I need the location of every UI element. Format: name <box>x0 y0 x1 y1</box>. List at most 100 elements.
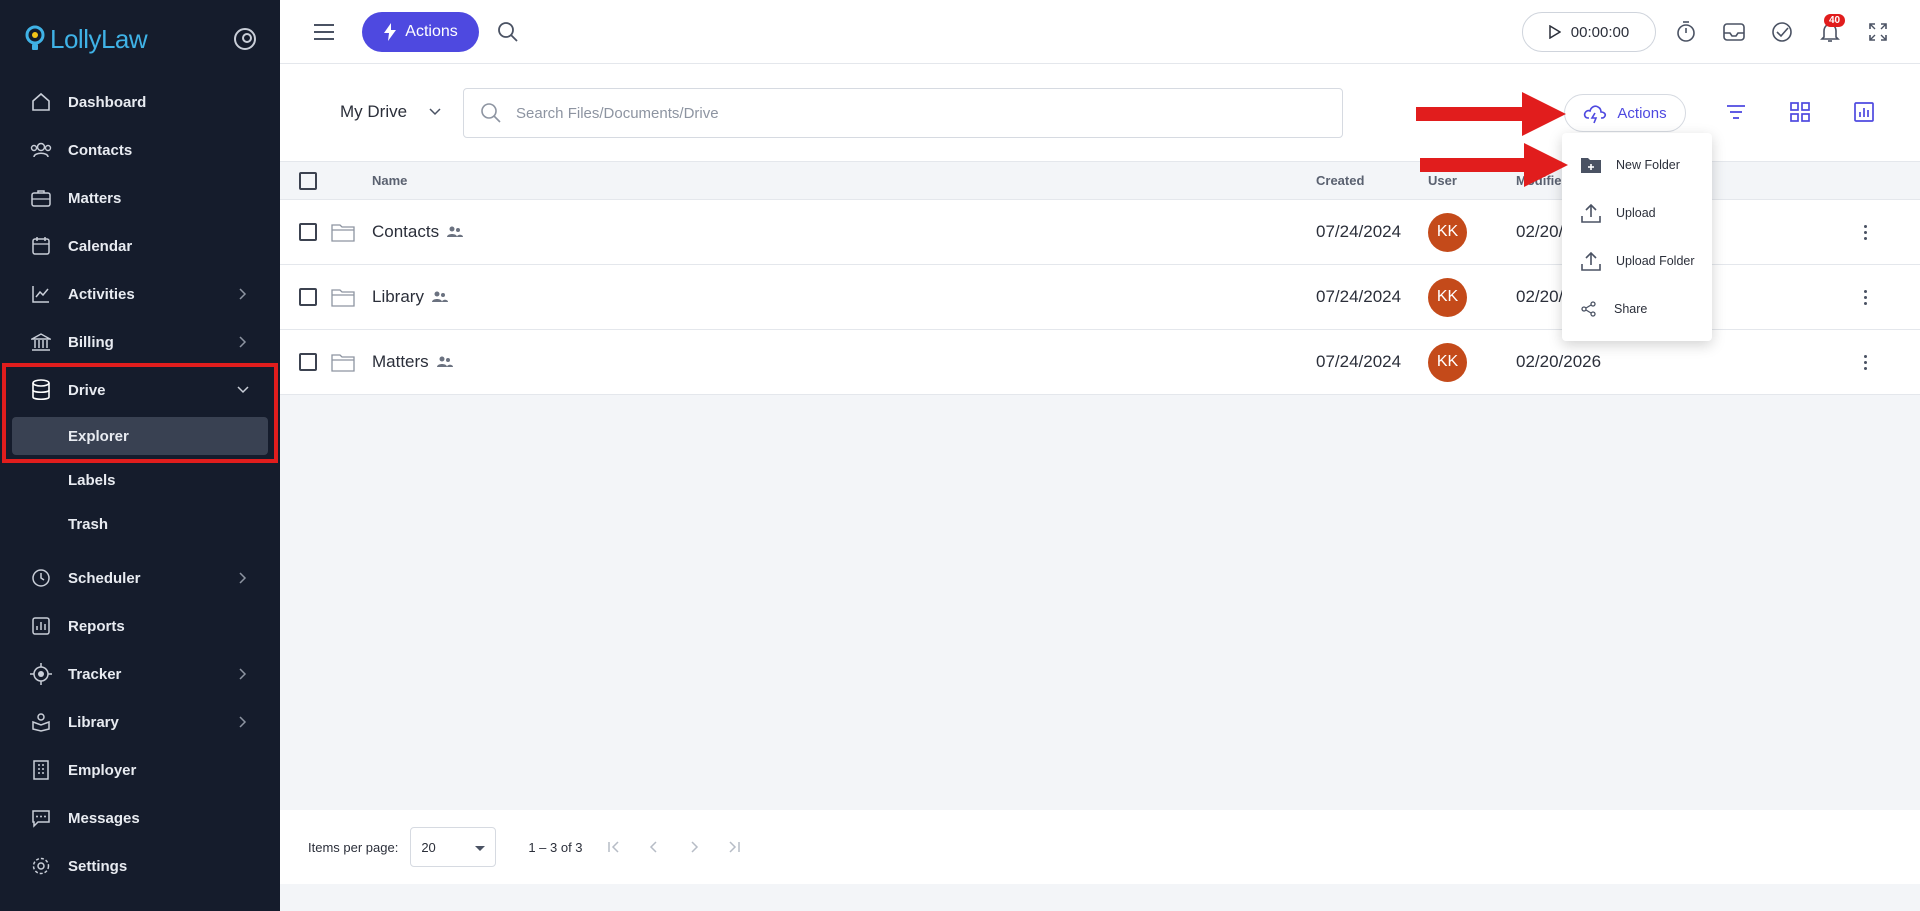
items-per-page-value: 20 <box>421 839 436 855</box>
sidebar-item-messages[interactable]: Messages <box>0 794 280 842</box>
upload-icon <box>1580 202 1602 224</box>
menu-item-upload-folder[interactable]: Upload Folder <box>1562 237 1712 285</box>
column-header-created[interactable]: Created <box>1316 173 1364 188</box>
sidebar-item-settings[interactable]: Settings <box>0 842 280 890</box>
sidebar-item-calendar[interactable]: Calendar <box>0 222 280 270</box>
folder-name[interactable]: Library <box>372 287 424 307</box>
row-more-icon[interactable] <box>1864 289 1868 305</box>
sidebar-item-label: Activities <box>68 285 135 303</box>
sidebar-item-library[interactable]: Library <box>0 698 280 746</box>
drive-actions-label: Actions <box>1617 104 1667 122</box>
select-all-checkbox[interactable] <box>299 171 317 190</box>
home-icon <box>30 91 52 113</box>
grid-view-icon[interactable] <box>1788 100 1812 124</box>
menu-item-label: Share <box>1614 302 1648 316</box>
items-per-page-label: Items per page: <box>308 839 399 855</box>
row-created: 07/24/2024 <box>1316 287 1402 306</box>
row-checkbox[interactable] <box>299 288 317 306</box>
sidebar: LollyLaw Dashboard Contacts Matters Cale… <box>0 0 280 911</box>
first-page-icon[interactable] <box>605 838 623 856</box>
sidebar-item-scheduler[interactable]: Scheduler <box>0 554 280 602</box>
prev-page-icon[interactable] <box>645 838 663 856</box>
sidebar-item-label: Scheduler <box>68 569 141 587</box>
sidebar-item-billing[interactable]: Billing <box>0 318 280 366</box>
filter-icon[interactable] <box>1724 100 1748 124</box>
sidebar-subitem-trash[interactable]: Trash <box>0 502 280 546</box>
menu-item-upload[interactable]: Upload <box>1562 189 1712 237</box>
row-more-icon[interactable] <box>1864 224 1868 240</box>
menu-item-label: Upload <box>1616 206 1656 220</box>
sidebar-item-reports[interactable]: Reports <box>0 602 280 650</box>
actions-dropdown-menu: New Folder Upload Upload Folder Share <box>1562 133 1712 341</box>
paginator: Items per page: 20 1 – 3 of 3 <box>280 810 1920 884</box>
row-modified: 02/20/2026 <box>1516 352 1602 371</box>
sidebar-item-drive[interactable]: Drive <box>0 366 280 414</box>
inbox-icon[interactable] <box>1722 20 1746 44</box>
analytics-icon[interactable] <box>1852 100 1876 124</box>
column-header-name[interactable]: Name <box>372 173 407 188</box>
sidebar-item-tracker[interactable]: Tracker <box>0 650 280 698</box>
shared-users-icon <box>436 356 453 367</box>
sidebar-item-matters[interactable]: Matters <box>0 174 280 222</box>
drive-search-field[interactable] <box>463 88 1343 138</box>
user-profile-icon[interactable] <box>234 28 256 50</box>
sidebar-item-label: Tracker <box>68 665 122 683</box>
drive-actions-button[interactable]: Actions <box>1564 94 1686 132</box>
notification-badge: 40 <box>1824 14 1846 27</box>
check-circle-icon[interactable] <box>1770 20 1794 44</box>
sidebar-item-label: Billing <box>68 333 114 351</box>
global-actions-button[interactable]: Actions <box>362 11 479 52</box>
row-user: KK <box>1428 212 1467 252</box>
row-checkbox[interactable] <box>299 223 317 241</box>
hamburger-menu-icon[interactable] <box>314 23 334 40</box>
play-icon <box>1549 25 1561 39</box>
search-icon[interactable] <box>497 21 519 43</box>
menu-item-share[interactable]: Share <box>1562 285 1712 333</box>
sidebar-item-employer[interactable]: Employer <box>0 746 280 794</box>
sidebar-item-label: Dashboard <box>68 93 147 111</box>
chevron-right-icon <box>236 287 250 301</box>
row-user: KK <box>1428 342 1467 382</box>
sidebar-nav: Dashboard Contacts Matters Calendar Acti… <box>0 78 280 890</box>
chevron-down-icon <box>429 108 441 116</box>
app-logo[interactable]: LollyLaw <box>24 24 148 55</box>
sidebar-item-label: Messages <box>68 809 140 827</box>
shared-users-icon <box>447 226 464 237</box>
row-more-icon[interactable] <box>1864 354 1868 370</box>
sidebar-item-dashboard[interactable]: Dashboard <box>0 78 280 126</box>
sidebar-subitem-labels[interactable]: Labels <box>0 458 280 502</box>
row-modified: 02/20/ <box>1516 222 1564 241</box>
folder-name[interactable]: Matters <box>372 352 429 372</box>
report-icon <box>30 615 52 637</box>
folder-name[interactable]: Contacts <box>372 222 439 242</box>
drive-selector[interactable]: My Drive <box>340 102 441 122</box>
sidebar-item-label: Calendar <box>68 237 133 255</box>
last-page-icon[interactable] <box>725 838 743 856</box>
menu-item-label: New Folder <box>1616 158 1680 172</box>
share-icon <box>1578 298 1600 320</box>
search-icon <box>481 103 501 123</box>
top-bar: Actions 00:00:00 40 <box>280 0 1920 64</box>
building-icon <box>30 759 52 781</box>
stopwatch-icon[interactable] <box>1674 20 1698 44</box>
lightbulb-icon <box>25 25 45 50</box>
menu-item-label: Upload Folder <box>1616 254 1695 268</box>
items-per-page-select[interactable]: 20 <box>410 827 497 867</box>
sidebar-subitem-explorer[interactable]: Explorer <box>12 417 268 455</box>
next-page-icon[interactable] <box>685 838 703 856</box>
sidebar-item-activities[interactable]: Activities <box>0 270 280 318</box>
sidebar-item-contacts[interactable]: Contacts <box>0 126 280 174</box>
library-icon <box>30 711 52 733</box>
lightning-icon <box>384 22 397 41</box>
time-tracker-button[interactable]: 00:00:00 <box>1522 12 1656 52</box>
menu-item-new-folder[interactable]: New Folder <box>1562 141 1712 189</box>
crosshair-icon <box>30 663 52 685</box>
row-name-cell: Matters <box>372 352 453 372</box>
drive-search-input[interactable] <box>516 104 1296 122</box>
fullscreen-icon[interactable] <box>1866 20 1890 44</box>
row-checkbox[interactable] <box>299 353 317 371</box>
chevron-right-icon <box>236 667 250 681</box>
database-icon <box>30 379 52 401</box>
chevron-down-icon <box>236 383 250 397</box>
sidebar-item-label: Labels <box>68 471 116 489</box>
